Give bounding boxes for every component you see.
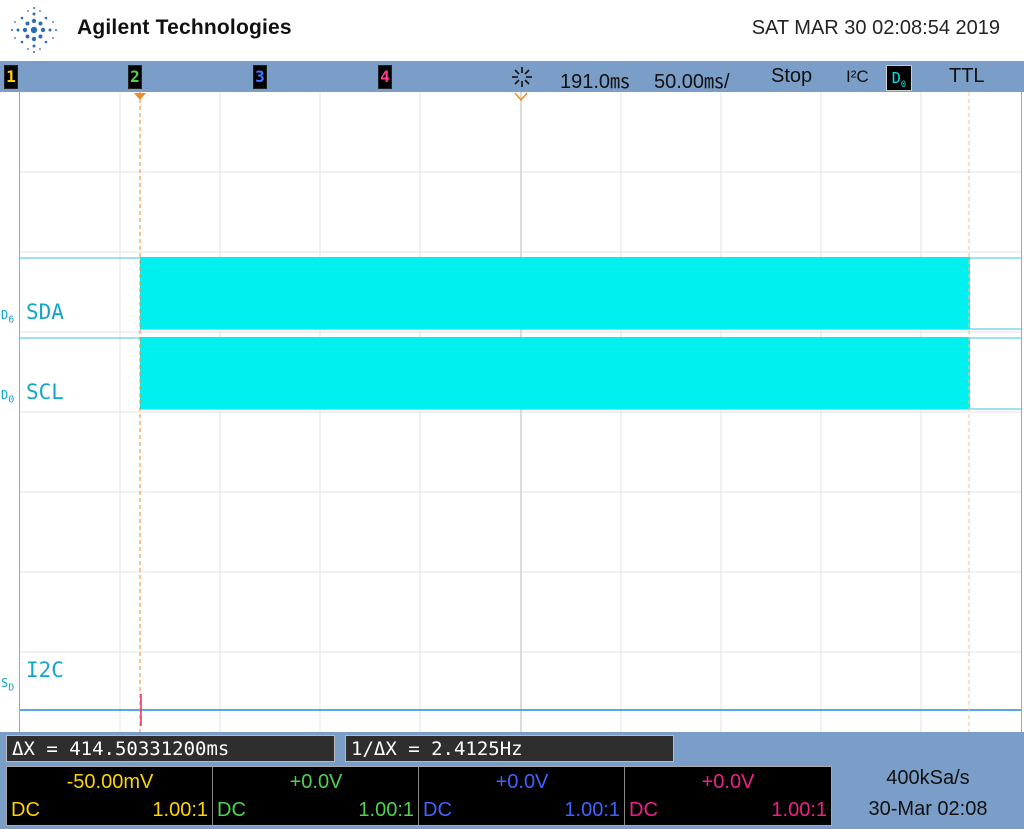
channel-4-coupling: DC	[629, 799, 658, 821]
channel-1-probe-ratio: 1.00:1	[152, 799, 208, 821]
bottom-panel: ΔX = 414.50331200ms 1/ΔX = 2.4125Hz -50.…	[0, 732, 1024, 829]
channel-2-probe-ratio: 1.00:1	[358, 799, 414, 821]
time-reference-marker-icon	[514, 92, 528, 102]
channel-3-offset: +0.0V	[495, 771, 549, 793]
scl-sub: 0	[8, 394, 15, 406]
channel-4-button[interactable]: 4	[378, 65, 392, 89]
delta-x-measurement: ΔX = 414.50331200ms	[6, 735, 335, 762]
channel-3-coupling: DC	[423, 799, 452, 821]
scl-activity	[140, 337, 970, 409]
waveform-display[interactable]: D6 SDA D0 SCL SD I2C	[0, 92, 1024, 732]
sda-label: SDA	[26, 300, 64, 324]
inverse-delta-x-measurement: 1/ΔX = 2.4125Hz	[345, 735, 674, 762]
agilent-logo-icon	[11, 7, 57, 53]
channel-1-offset: -50.00mV	[66, 771, 154, 793]
channel-1-settings[interactable]: -50.00mV DC 1.00:1	[7, 767, 213, 825]
channel-4-offset: +0.0V	[701, 771, 755, 793]
sample-rate: 400kSa/s	[886, 767, 970, 789]
channel-2-button[interactable]: 2	[128, 65, 142, 89]
channel-4-settings[interactable]: +0.0V DC 1.00:1	[625, 767, 831, 825]
header: Agilent Technologies SAT MAR 30 02:08:54…	[0, 0, 1024, 61]
channel-settings-panel: -50.00mV DC 1.00:1 +0.0V DC 1.00:1 +0.0V…	[6, 766, 832, 826]
channel-4-probe-ratio: 1.00:1	[771, 799, 827, 821]
serial-sub: D	[8, 682, 15, 694]
acquisition-date: 30-Mar 02:08	[868, 798, 988, 820]
run-state[interactable]: Stop	[771, 65, 812, 88]
trigger-source-badge[interactable]: D0	[886, 65, 912, 91]
channel-2-settings[interactable]: +0.0V DC 1.00:1	[213, 767, 419, 825]
serial-decode-id: SD	[1, 676, 14, 693]
time-delay[interactable]: 191.0㎳	[560, 65, 630, 94]
sda-sub: 6	[8, 314, 15, 326]
header-datetime: SAT MAR 30 02:08:54 2019	[751, 17, 1000, 39]
channel-3-button[interactable]: 3	[253, 65, 267, 89]
trigger-source-letter: D	[891, 69, 901, 87]
sda-activity	[140, 257, 970, 329]
brand-name: Agilent Technologies	[77, 16, 292, 39]
channel-3-probe-ratio: 1.00:1	[564, 799, 620, 821]
scl-channel-id: D0	[1, 388, 14, 405]
channel-1-coupling: DC	[11, 799, 40, 821]
sda-channel-id: D6	[1, 308, 14, 325]
scl-label: SCL	[26, 380, 64, 404]
time-reference-icon	[512, 67, 532, 87]
trigger-source-number: 0	[900, 80, 907, 90]
channel-3-settings[interactable]: +0.0V DC 1.00:1	[419, 767, 625, 825]
channel-2-coupling: DC	[217, 799, 246, 821]
digital-traces	[20, 92, 1021, 732]
channel-1-button[interactable]: 1	[4, 65, 18, 89]
i2c-label: I2C	[26, 658, 64, 682]
trigger-protocol[interactable]: I²C	[846, 67, 869, 87]
trigger-level[interactable]: TTL	[949, 65, 985, 88]
status-bar: 1 2 3 4 191.0㎳ 50.00㎳/ Stop I²C D0 TTL	[0, 61, 1024, 94]
time-scale[interactable]: 50.00㎳/	[654, 65, 730, 94]
channel-2-offset: +0.0V	[289, 771, 343, 793]
trigger-marker-icon	[134, 93, 146, 100]
